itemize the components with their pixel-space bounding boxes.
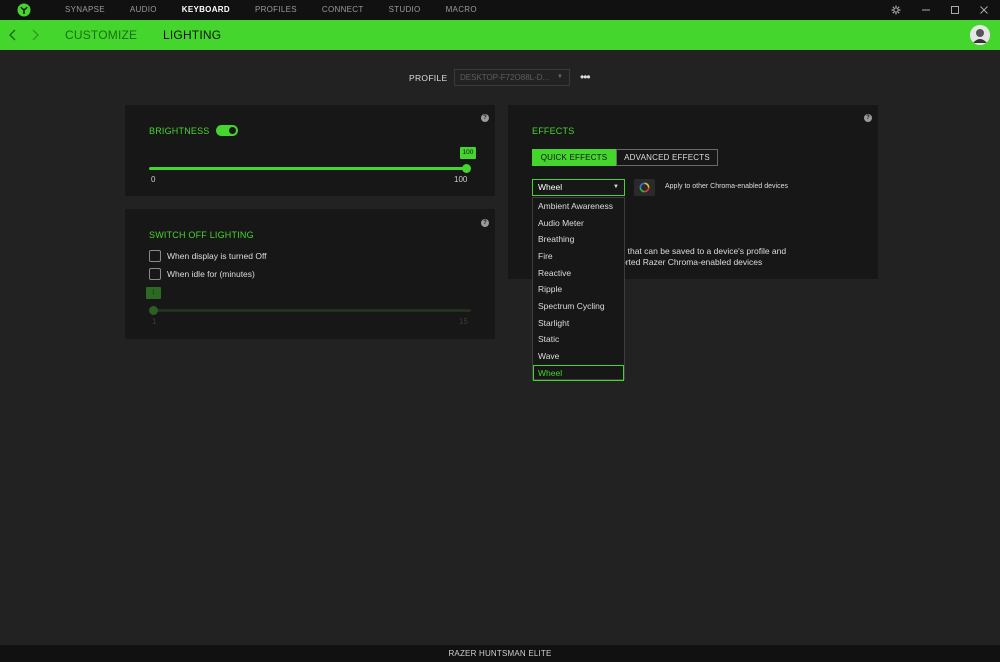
effect-option-audio-meter[interactable]: Audio Meter	[533, 215, 624, 232]
more-options-button[interactable]: •••	[580, 70, 591, 84]
effect-option-static[interactable]: Static	[533, 331, 624, 348]
brightness-min-label: 0	[151, 175, 156, 184]
nav-macro[interactable]: MACRO	[446, 0, 477, 20]
settings-gear-icon[interactable]	[886, 0, 906, 20]
effect-dropdown-list: Ambient Awareness Audio Meter Breathing …	[532, 197, 625, 382]
nav-profiles[interactable]: PROFILES	[255, 0, 297, 20]
effect-option-spectrum-cycling[interactable]: Spectrum Cycling	[533, 298, 624, 315]
idle-min-label: 1	[152, 317, 157, 326]
chevron-down-icon: ▼	[557, 74, 563, 80]
minimize-icon[interactable]	[916, 0, 936, 20]
effect-option-breathing[interactable]: Breathing	[533, 231, 624, 248]
forward-arrow-icon[interactable]	[28, 28, 42, 42]
effect-option-starlight[interactable]: Starlight	[533, 315, 624, 332]
tab-lighting[interactable]: LIGHTING	[163, 20, 221, 50]
brightness-slider-thumb[interactable]	[462, 164, 471, 173]
effect-option-ambient-awareness[interactable]: Ambient Awareness	[533, 198, 624, 215]
effect-dropdown[interactable]: Wheel ▼	[532, 179, 625, 196]
idle-value-badge: 1	[146, 287, 161, 299]
device-status-bar: RAZER HUNTSMAN ELITE	[0, 645, 1000, 662]
tab-quick-effects[interactable]: QUICK EFFECTS	[532, 149, 616, 166]
brightness-title: BRIGHTNESS	[149, 126, 210, 136]
brightness-value-badge: 100	[460, 147, 476, 159]
title-bar: SYNAPSE AUDIO KEYBOARD PROFILES CONNECT …	[0, 0, 1000, 20]
help-icon[interactable]: ?	[481, 114, 489, 122]
idle-checkbox[interactable]	[149, 268, 161, 280]
maximize-icon[interactable]	[945, 0, 965, 20]
toggle-knob	[229, 127, 236, 134]
brightness-toggle[interactable]	[216, 125, 238, 136]
idle-slider-thumb	[149, 306, 158, 315]
effect-option-ripple[interactable]: Ripple	[533, 281, 624, 298]
chroma-apply-button[interactable]	[634, 179, 655, 196]
help-icon[interactable]: ?	[864, 114, 872, 122]
effects-title: EFFECTS	[532, 126, 575, 136]
top-navigation: SYNAPSE AUDIO KEYBOARD PROFILES CONNECT …	[65, 0, 502, 20]
effect-option-reactive[interactable]: Reactive	[533, 265, 624, 282]
back-arrow-icon[interactable]	[6, 28, 20, 42]
profile-label: PROFILE	[409, 73, 448, 83]
effect-option-wave[interactable]: Wave	[533, 348, 624, 365]
profile-dropdown[interactable]: DESKTOP-F72O88L-D... ▼	[454, 69, 570, 86]
effect-selected-value: Wheel	[538, 182, 563, 192]
idle-slider-track	[153, 309, 471, 312]
razer-logo-icon[interactable]	[17, 3, 31, 17]
nav-audio[interactable]: AUDIO	[130, 0, 157, 20]
tab-customize[interactable]: CUSTOMIZE	[65, 20, 137, 50]
device-name: RAZER HUNTSMAN ELITE	[448, 649, 552, 658]
chroma-icon	[639, 182, 650, 193]
close-icon[interactable]	[974, 0, 994, 20]
effect-option-wheel[interactable]: Wheel	[533, 364, 624, 382]
brightness-panel	[125, 105, 495, 196]
brightness-max-label: 100	[454, 175, 468, 184]
avatar[interactable]	[970, 25, 990, 45]
sub-navigation-bar: CUSTOMIZE LIGHTING	[0, 20, 1000, 50]
nav-studio[interactable]: STUDIO	[389, 0, 421, 20]
display-off-label: When display is turned Off	[167, 251, 267, 261]
brightness-slider-track[interactable]	[149, 167, 467, 170]
idle-label: When idle for (minutes)	[167, 269, 255, 279]
nav-synapse[interactable]: SYNAPSE	[65, 0, 105, 20]
switch-off-title: SWITCH OFF LIGHTING	[149, 230, 254, 240]
profile-value: DESKTOP-F72O88L-D...	[460, 73, 550, 82]
tab-advanced-effects[interactable]: ADVANCED EFFECTS	[616, 149, 718, 166]
nav-keyboard[interactable]: KEYBOARD	[182, 0, 230, 20]
effect-option-fire[interactable]: Fire	[533, 248, 624, 265]
apply-to-devices-label: Apply to other Chroma-enabled devices	[665, 183, 788, 190]
help-icon[interactable]: ?	[481, 219, 489, 227]
user-avatar-icon	[970, 25, 990, 45]
idle-max-label: 15	[459, 317, 468, 326]
chevron-down-icon: ▼	[613, 184, 619, 190]
display-off-checkbox[interactable]	[149, 250, 161, 262]
nav-connect[interactable]: CONNECT	[322, 0, 364, 20]
